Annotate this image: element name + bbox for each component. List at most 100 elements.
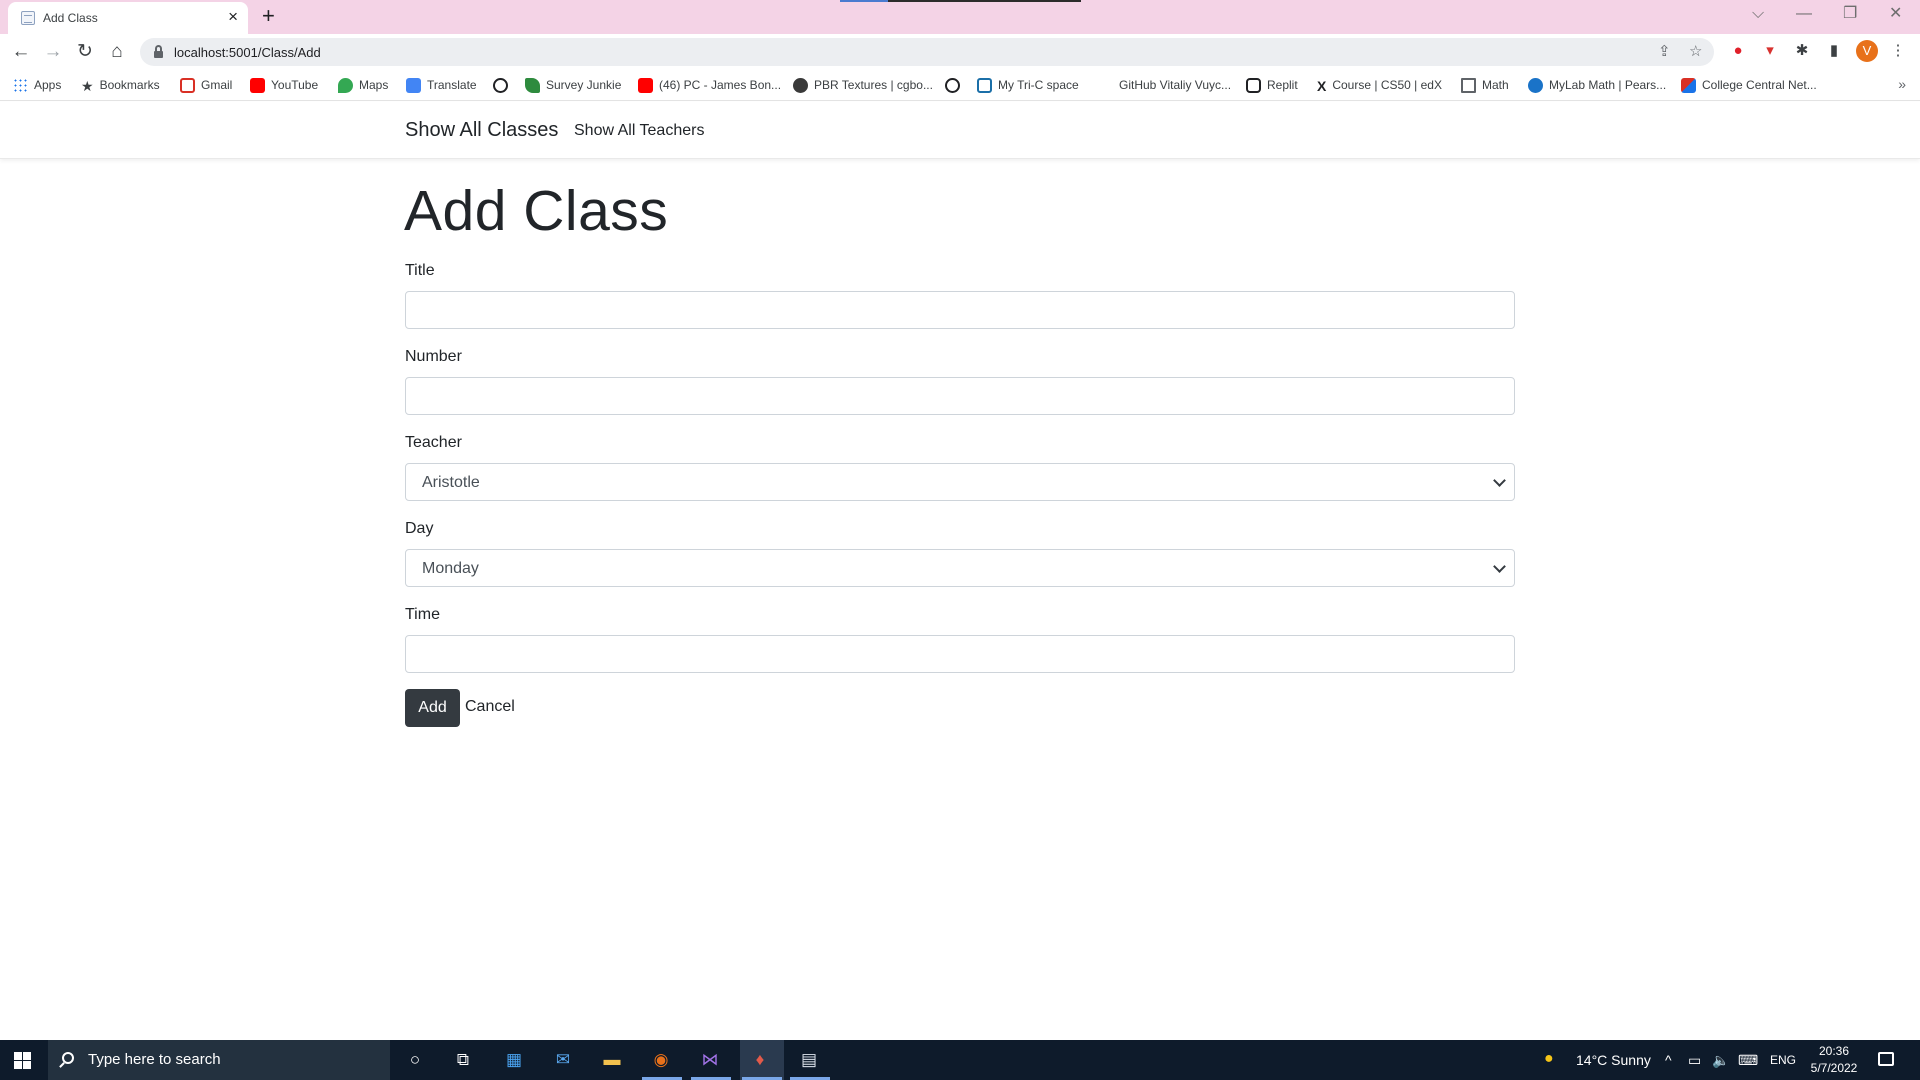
new-tab-icon[interactable]: + — [262, 3, 275, 29]
page-title: Add Class — [404, 179, 669, 243]
bookmark-star-icon[interactable]: ☆ — [1689, 42, 1702, 62]
task-view-icon[interactable]: ⧉ — [449, 1046, 477, 1074]
taskbar-clock[interactable]: 20:36 5/7/2022 — [1804, 1043, 1864, 1077]
survey-junkie-icon — [525, 77, 540, 93]
site-navbar: Show All Classes Show All Teachers — [0, 102, 1920, 159]
cortana-icon[interactable]: ○ — [401, 1046, 429, 1074]
gmail-icon — [180, 77, 195, 93]
bookmark-github[interactable]: GitHub Vitaliy Vuyc... — [1119, 76, 1231, 94]
nav-show-all-teachers[interactable]: Show All Teachers — [574, 122, 704, 140]
globe-icon — [493, 77, 508, 93]
day-selected-value: Monday — [422, 560, 479, 577]
tab-search-icon[interactable]: ⌵ — [1752, 4, 1764, 24]
clock-date: 5/7/2022 — [1810, 1061, 1858, 1075]
youtube-icon — [638, 77, 653, 93]
time-input[interactable] — [405, 635, 1515, 673]
browser-tab[interactable]: Add Class × — [8, 2, 248, 34]
bookmark-youtube[interactable]: YouTube — [250, 76, 318, 94]
college-central-icon — [1681, 77, 1696, 93]
url-text[interactable]: localhost:5001/Class/Add — [174, 45, 321, 60]
language-indicator[interactable]: ENG — [1770, 1053, 1796, 1067]
translate-icon — [406, 77, 421, 93]
number-input[interactable] — [405, 377, 1515, 415]
keyboard-icon[interactable]: ⌨ — [1738, 1052, 1758, 1069]
bookmark-tri-c-space[interactable]: My Tri-C space — [977, 76, 1079, 94]
chevron-down-icon — [1493, 474, 1506, 487]
bookmark-replit[interactable]: Replit — [1246, 76, 1298, 94]
address-bar[interactable]: localhost:5001/Class/Add ⇪ ☆ — [140, 38, 1714, 66]
reload-icon[interactable]: ↻ — [73, 40, 97, 64]
restore-icon[interactable]: ❐ — [1843, 4, 1857, 24]
bookmark-bookmarks[interactable]: ★ Bookmarks — [81, 76, 160, 94]
chrome-icon[interactable]: ◉ — [647, 1046, 675, 1074]
taskbar-search-box[interactable]: Type here to search — [48, 1040, 390, 1080]
bookmark-pbr-textures[interactable]: PBR Textures | cgbo... — [793, 76, 933, 94]
bookmark-gmail[interactable]: Gmail — [180, 76, 232, 94]
youtube-icon — [250, 77, 265, 93]
volume-icon[interactable]: 🔈 — [1712, 1052, 1729, 1069]
minimize-icon[interactable]: — — [1796, 4, 1812, 24]
extensions-puzzle-icon[interactable]: ✱ — [1792, 41, 1812, 61]
bookmark-college-central[interactable]: College Central Net... — [1681, 76, 1817, 94]
close-window-icon[interactable]: ✕ — [1889, 4, 1902, 24]
active-app-icon[interactable]: ♦ — [746, 1046, 774, 1074]
tabstrip-accent — [840, 0, 888, 2]
back-icon[interactable]: ← — [9, 40, 33, 64]
bookmark-survey-junkie[interactable]: Survey Junkie — [525, 76, 621, 94]
tray-overflow-icon[interactable]: ^ — [1665, 1052, 1672, 1068]
visual-studio-icon[interactable]: ⋈ — [696, 1046, 724, 1074]
browser-menu-icon[interactable]: ⋮ — [1888, 41, 1908, 61]
pocket-extension-icon[interactable]: ▾ — [1760, 41, 1780, 61]
apps-grid-icon — [13, 77, 28, 93]
bookmark-math[interactable]: Math — [1461, 76, 1509, 94]
opera-extension-icon[interactable]: ● — [1728, 41, 1748, 61]
side-panel-icon[interactable]: ▮ — [1824, 41, 1844, 61]
bookmark-globe[interactable] — [493, 76, 514, 94]
mail-icon[interactable]: ✉ — [549, 1046, 577, 1074]
lock-icon[interactable] — [154, 45, 163, 58]
add-button[interactable]: Add — [405, 689, 460, 727]
close-tab-icon[interactable]: × — [228, 8, 238, 26]
home-icon[interactable]: ⌂ — [105, 40, 129, 64]
teacher-selected-value: Aristotle — [422, 474, 480, 491]
more-bookmarks-icon[interactable]: » — [1898, 76, 1906, 92]
day-select[interactable]: Monday — [405, 549, 1515, 587]
weather-sun-icon[interactable]: ● — [1544, 1050, 1554, 1068]
app-window-icon[interactable]: ▤ — [795, 1046, 823, 1074]
page-favicon-icon — [21, 11, 35, 25]
bookmark-pc-james-bond[interactable]: (46) PC - James Bon... — [638, 76, 781, 94]
title-input[interactable] — [405, 291, 1515, 329]
windows-start-icon[interactable] — [14, 1052, 31, 1069]
share-icon[interactable]: ⇪ — [1658, 42, 1671, 62]
browser-tabstrip: Add Class × + ⌵ — ❐ ✕ — [0, 0, 1920, 34]
pearson-icon — [1528, 77, 1543, 93]
search-icon — [62, 1052, 74, 1064]
file-explorer-icon[interactable]: ▬ — [598, 1046, 626, 1074]
teacher-label: Teacher — [405, 434, 462, 451]
tabstrip-accent — [888, 0, 1081, 2]
weather-text[interactable]: 14°C Sunny — [1576, 1052, 1651, 1068]
notification-center-icon[interactable] — [1878, 1052, 1894, 1066]
bookmark-apps[interactable]: Apps — [13, 76, 61, 94]
bookmark-cs50-edx[interactable]: X Course | CS50 | edX — [1317, 76, 1442, 94]
bookmark-mylab-math[interactable]: MyLab Math | Pears... — [1528, 76, 1666, 94]
bookmark-maps[interactable]: Maps — [338, 76, 388, 94]
profile-avatar[interactable]: V — [1856, 40, 1878, 62]
bookmark-translate[interactable]: Translate — [406, 76, 477, 94]
replit-icon — [1246, 77, 1261, 93]
tri-c-icon — [977, 77, 992, 93]
bookmarks-bar: Apps ★ Bookmarks Gmail YouTube Maps Trans… — [0, 70, 1920, 101]
cancel-link[interactable]: Cancel — [465, 698, 515, 716]
forward-icon[interactable]: → — [41, 40, 65, 64]
taskbar-search-placeholder: Type here to search — [88, 1051, 221, 1068]
edx-icon: X — [1317, 77, 1327, 94]
bookmark-globe-2[interactable] — [945, 76, 966, 94]
teacher-select[interactable]: Aristotle — [405, 463, 1515, 501]
document-icon — [1461, 77, 1476, 93]
windows-taskbar: Type here to search ○ ⧉ ▦ ✉ ▬ ◉ ⋈ ♦ ▤ ● … — [0, 1040, 1920, 1080]
battery-icon[interactable]: ▭ — [1688, 1052, 1701, 1069]
number-label: Number — [405, 348, 462, 365]
nav-show-all-classes[interactable]: Show All Classes — [405, 119, 558, 142]
store-icon[interactable]: ▦ — [500, 1046, 528, 1074]
chevron-down-icon — [1493, 560, 1506, 573]
